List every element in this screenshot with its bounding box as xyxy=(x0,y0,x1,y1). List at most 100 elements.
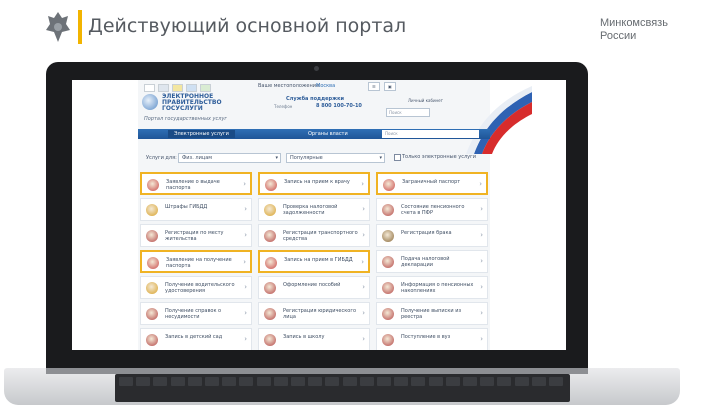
lang-en-icon[interactable] xyxy=(158,84,169,92)
service-tile[interactable]: Подача налоговой декларации › xyxy=(376,250,488,273)
lang-de-icon[interactable] xyxy=(172,84,183,92)
chevron-right-icon: › xyxy=(244,309,247,317)
keyboard-key xyxy=(359,377,374,386)
russian-emblem-icon xyxy=(46,12,70,42)
agency-emblem-icon xyxy=(382,230,394,242)
service-tile[interactable]: Заявление о выдаче паспорта › xyxy=(140,172,252,195)
tab-authorities[interactable]: Органы власти xyxy=(302,130,354,138)
service-tile[interactable]: Запись в детский сад › xyxy=(140,328,252,350)
service-tile-label: Запись в детский сад xyxy=(165,334,223,340)
keyboard-key xyxy=(325,377,340,386)
portal-logo[interactable] xyxy=(142,94,158,110)
chevron-right-icon: › xyxy=(361,258,364,266)
service-tile[interactable]: Регистрация брака › xyxy=(376,224,488,247)
accent-bar xyxy=(78,10,82,44)
electronic-only-checkbox[interactable] xyxy=(394,154,401,161)
audience-select[interactable]: Физ. лицам ▾ xyxy=(178,153,281,163)
lang-fr-icon[interactable] xyxy=(186,84,197,92)
keyboard-key xyxy=(342,377,357,386)
camera-icon xyxy=(314,66,319,71)
agency-emblem-icon xyxy=(265,257,277,269)
chevron-right-icon: › xyxy=(244,231,247,239)
chevron-right-icon: › xyxy=(362,309,365,317)
phone-label: Телефон xyxy=(274,104,293,109)
top-button-2[interactable]: ▣ xyxy=(384,82,396,91)
service-tile[interactable]: Запись в школу › xyxy=(258,328,370,350)
chevron-right-icon: › xyxy=(480,283,483,291)
support-label: Служба поддержки xyxy=(286,96,344,102)
chevron-right-icon: › xyxy=(243,180,246,188)
service-tile-label: Подача налоговой декларации xyxy=(401,256,450,268)
ministry-name: Минкомсвязь России xyxy=(600,17,668,42)
chevron-right-icon: › xyxy=(361,180,364,188)
keyboard-key xyxy=(170,377,185,386)
chevron-right-icon: › xyxy=(480,309,483,317)
main-nav: Электронные услуги Органы власти Поиск xyxy=(138,129,490,139)
keyboard xyxy=(115,374,570,402)
agency-emblem-icon xyxy=(264,230,276,242)
header-search-input[interactable]: Поиск xyxy=(386,108,430,117)
agency-emblem-icon xyxy=(146,204,158,216)
service-tile[interactable]: Регистрация по месту жительства › xyxy=(140,224,252,247)
service-tile-label: Регистрация транспортного средства xyxy=(283,230,358,242)
chevron-right-icon: › xyxy=(244,205,247,213)
keyboard-key xyxy=(549,377,563,386)
agency-emblem-icon xyxy=(383,179,395,191)
slide-title: Действующий основной портал xyxy=(88,15,407,37)
agency-emblem-icon xyxy=(147,179,159,191)
support-phone: 8 800 100-70-10 xyxy=(316,103,362,109)
location-link[interactable]: Москва xyxy=(316,83,335,89)
service-tile[interactable]: Состояние пенсионного счета в ПФР › xyxy=(376,198,488,221)
filter-prefix: Услуги для: xyxy=(146,155,177,161)
service-tile[interactable]: Запись на прием в ГИБДД › xyxy=(258,250,370,273)
service-tile[interactable]: Получение выписки из реестра › xyxy=(376,302,488,325)
service-tile-label: Регистрация юридического лица xyxy=(283,308,357,320)
keyboard-key xyxy=(291,377,305,386)
chevron-down-icon: ▾ xyxy=(275,155,278,161)
service-tile[interactable]: Запись на прием к врачу › xyxy=(258,172,370,195)
chevron-right-icon: › xyxy=(362,283,365,291)
agency-emblem-icon xyxy=(382,308,394,320)
category-select[interactable]: Популярные ▾ xyxy=(286,153,385,163)
service-tile[interactable]: Заграничный паспорт › xyxy=(376,172,488,195)
service-tile[interactable]: Поступление в вуз › xyxy=(376,328,488,350)
keyboard-key xyxy=(136,377,151,386)
keyboard-key xyxy=(480,377,495,386)
service-tile-label: Оформление пособий xyxy=(283,282,341,288)
tab-electronic-services[interactable]: Электронные услуги xyxy=(168,130,235,138)
keyboard-key xyxy=(514,377,529,386)
keyboard-key xyxy=(239,377,254,386)
chevron-right-icon: › xyxy=(362,335,365,343)
chevron-right-icon: › xyxy=(480,231,483,239)
chevron-right-icon: › xyxy=(480,257,483,265)
top-button-1[interactable]: ☰ xyxy=(368,82,380,91)
nav-search-input[interactable]: Поиск xyxy=(382,130,479,138)
keyboard-key xyxy=(256,377,271,386)
service-tile[interactable]: Оформление пособий › xyxy=(258,276,370,299)
agency-emblem-icon xyxy=(264,308,276,320)
login-link[interactable]: Личный кабинет xyxy=(408,98,443,103)
service-tile-label: Запись в школу xyxy=(283,334,325,340)
service-tile[interactable]: Штрафы ГИБДД › xyxy=(140,198,252,221)
service-tile[interactable]: Получение справок о несудимости › xyxy=(140,302,252,325)
service-tile[interactable]: Заявление на получение паспорта › xyxy=(140,250,252,273)
service-tile-label: Получение справок о несудимости xyxy=(165,308,222,320)
keyboard-key xyxy=(308,377,323,386)
lang-it-icon[interactable] xyxy=(200,84,211,92)
service-tile[interactable]: Проверка налоговой задолженности › xyxy=(258,198,370,221)
chevron-right-icon: › xyxy=(479,180,482,188)
chevron-right-icon: › xyxy=(362,205,365,213)
keyboard-key xyxy=(377,377,391,386)
service-tile[interactable]: Получение водительского удостоверения › xyxy=(140,276,252,299)
keyboard-key xyxy=(153,377,168,386)
lang-ru-icon[interactable] xyxy=(144,84,155,92)
keyboard-key xyxy=(187,377,202,386)
portal-name[interactable]: ЭЛЕКТРОННОЕ ПРАВИТЕЛЬСТВО ГОСУСЛУГИ xyxy=(162,94,252,112)
language-selector[interactable] xyxy=(144,84,211,92)
service-tile[interactable]: Регистрация юридического лица › xyxy=(258,302,370,325)
service-tile[interactable]: Регистрация транспортного средства › xyxy=(258,224,370,247)
portal-tagline: Портал государственных услуг xyxy=(144,116,228,122)
service-tile[interactable]: Информация о пенсионных накоплениях › xyxy=(376,276,488,299)
keyboard-key xyxy=(411,377,426,386)
keyboard-key xyxy=(445,377,460,386)
